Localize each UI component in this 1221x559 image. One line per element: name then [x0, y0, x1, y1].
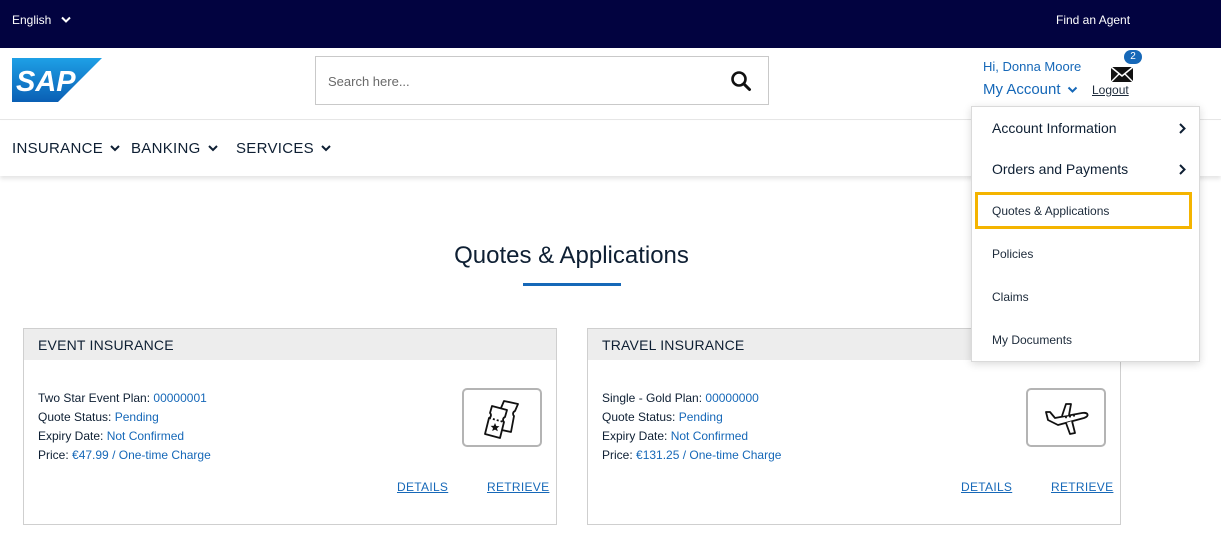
- airplane-icon: [1045, 403, 1089, 435]
- retrieve-link[interactable]: RETRIEVE: [487, 480, 549, 494]
- card-heading: EVENT INSURANCE: [24, 329, 556, 360]
- title-underline: [523, 283, 621, 286]
- price-label: Price:: [38, 448, 69, 462]
- find-agent-link[interactable]: Find an Agent: [1056, 13, 1130, 27]
- plan-value: 00000001: [153, 391, 207, 405]
- price-label: Price:: [602, 448, 633, 462]
- price-value: €131.25 / One-time Charge: [636, 448, 782, 462]
- mail-count-badge: 2: [1124, 50, 1142, 64]
- details-link[interactable]: DETAILS: [961, 480, 1012, 494]
- menu-item-claims[interactable]: Claims: [992, 290, 1029, 304]
- nav-item-banking[interactable]: BANKING: [131, 140, 218, 157]
- nav-item-label: SERVICES: [236, 140, 314, 157]
- expiry-label: Expiry Date:: [602, 429, 668, 443]
- menu-item-account-information[interactable]: Account Information: [992, 120, 1117, 136]
- top-bar: English Find an Agent: [0, 0, 1221, 48]
- quote-card-event: EVENT INSURANCE Two Star Event Plan: 000…: [23, 328, 557, 525]
- plan-label: Two Star Event Plan:: [38, 391, 151, 405]
- plan-label: Single - Gold Plan:: [602, 391, 703, 405]
- chevron-down-icon: [61, 16, 72, 23]
- my-account-menu-button[interactable]: My Account: [983, 81, 1078, 98]
- language-label: English: [12, 13, 52, 27]
- chevron-down-icon: [1067, 86, 1077, 93]
- chevron-down-icon: [207, 145, 218, 152]
- menu-item-quotes-applications[interactable]: Quotes & Applications: [992, 204, 1109, 218]
- plan-value: 00000000: [705, 391, 759, 405]
- price-value: €47.99 / One-time Charge: [72, 448, 211, 462]
- chevron-down-icon: [321, 145, 331, 152]
- chevron-right-icon: [1179, 123, 1186, 134]
- status-label: Quote Status:: [602, 410, 676, 424]
- card-icon-box: [462, 388, 542, 447]
- expiry-value: Not Confirmed: [670, 429, 749, 443]
- expiry-label: Expiry Date:: [38, 429, 104, 443]
- tickets-icon: [484, 400, 519, 439]
- menu-item-policies[interactable]: Policies: [992, 247, 1033, 261]
- sap-logo[interactable]: SAP: [12, 58, 102, 102]
- card-details: Single - Gold Plan: 00000000 Quote Statu…: [602, 389, 781, 465]
- user-greeting: Hi, Donna Moore: [983, 59, 1082, 74]
- svg-text:SAP: SAP: [16, 66, 76, 98]
- nav-item-label: BANKING: [131, 140, 201, 157]
- account-dropdown-menu: Account Information Orders and Payments …: [971, 106, 1200, 362]
- language-selector[interactable]: English: [12, 13, 72, 27]
- retrieve-link[interactable]: RETRIEVE: [1051, 480, 1113, 494]
- nav-item-label: INSURANCE: [12, 140, 104, 157]
- menu-item-orders-and-payments[interactable]: Orders and Payments: [992, 161, 1128, 177]
- my-account-label: My Account: [983, 81, 1061, 98]
- card-details: Two Star Event Plan: 00000001 Quote Stat…: [38, 389, 211, 465]
- expiry-value: Not Confirmed: [106, 429, 185, 443]
- status-value: Pending: [114, 410, 159, 424]
- search-icon[interactable]: [730, 70, 752, 92]
- nav-item-insurance[interactable]: INSURANCE: [12, 140, 120, 157]
- card-icon-box: [1026, 388, 1106, 447]
- search-box: [315, 56, 769, 105]
- search-input[interactable]: [328, 71, 708, 91]
- status-value: Pending: [678, 410, 723, 424]
- nav-item-services[interactable]: SERVICES: [236, 140, 331, 157]
- chevron-down-icon: [110, 145, 120, 152]
- logout-link[interactable]: Logout: [1092, 83, 1129, 97]
- chevron-right-icon: [1179, 164, 1186, 175]
- details-link[interactable]: DETAILS: [397, 480, 448, 494]
- menu-item-my-documents[interactable]: My Documents: [992, 333, 1072, 347]
- status-label: Quote Status:: [38, 410, 112, 424]
